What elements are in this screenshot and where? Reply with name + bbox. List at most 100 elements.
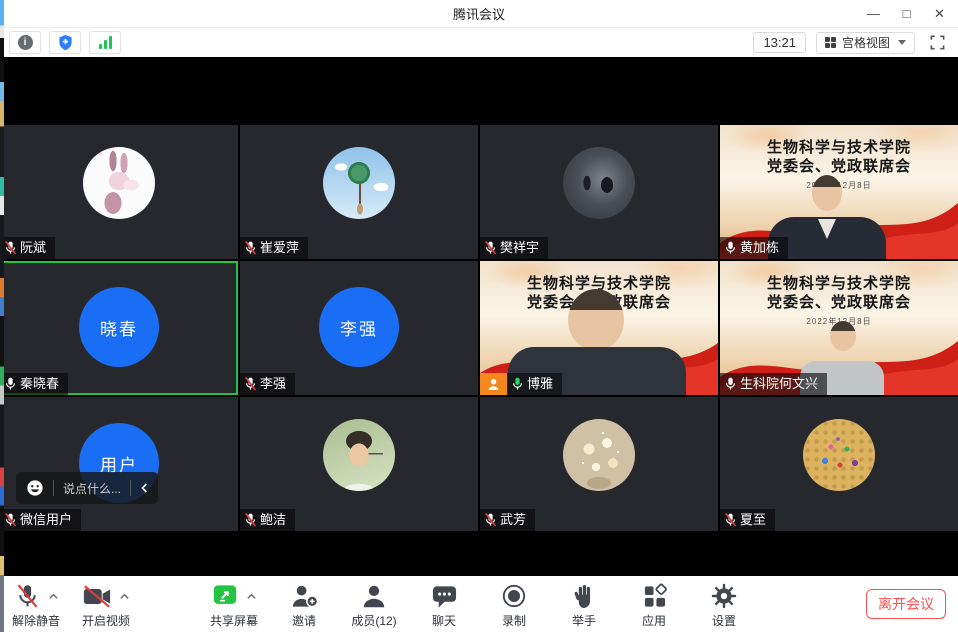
leave-meeting-button[interactable]: 离开会议: [866, 589, 946, 619]
mic-muted-icon: [244, 240, 257, 255]
close-button[interactable]: ✕: [923, 0, 956, 27]
participant-name-label: 黄加栋: [720, 237, 788, 259]
camera-off-icon: [82, 584, 112, 609]
mic-on-icon: [4, 376, 17, 391]
avatar: [83, 147, 155, 219]
participant-name: 夏至: [740, 512, 766, 527]
mic-muted-icon: [484, 240, 497, 255]
fullscreen-button[interactable]: [925, 32, 949, 54]
network-status-button[interactable]: [89, 31, 121, 54]
security-button[interactable]: [49, 31, 81, 54]
quick-chat-bubble[interactable]: 说点什么...: [16, 472, 158, 504]
desktop-edge-strip: [0, 0, 4, 632]
info-icon: i: [18, 35, 33, 50]
window-titlebar: 腾讯会议 — □ ✕: [0, 0, 958, 28]
start-video-button[interactable]: 开启视频: [82, 582, 130, 629]
members-button[interactable]: 成员(12): [350, 582, 398, 629]
settings-label: 设置: [712, 612, 736, 629]
mic-speaking-icon: [511, 376, 524, 391]
meeting-info-button[interactable]: i: [9, 31, 41, 54]
share-screen-button[interactable]: 共享屏幕: [210, 582, 258, 629]
record-icon: [501, 583, 527, 609]
chevron-up-icon[interactable]: [48, 592, 59, 600]
avatar-art: [803, 419, 875, 491]
participant-tile[interactable]: 鲍洁: [240, 397, 478, 531]
chat-button[interactable]: 聊天: [420, 582, 468, 629]
apps-grid-icon: [642, 583, 667, 609]
participant-tile[interactable]: 武芳: [480, 397, 718, 531]
toolbar-left-group: 解除静音 开启视频: [12, 582, 130, 629]
members-label: 成员(12): [351, 612, 396, 629]
participant-name: 崔爱萍: [260, 240, 299, 255]
participant-name: 武芳: [500, 512, 526, 527]
divider: [53, 480, 54, 496]
participant-tile[interactable]: 樊祥宇: [480, 125, 718, 259]
apps-label: 应用: [642, 612, 666, 629]
person-head: [812, 175, 842, 211]
avatar: [563, 419, 635, 491]
unmute-label: 解除静音: [12, 612, 60, 629]
participant-label-row: 博雅: [480, 373, 562, 395]
participant-name: 樊祥宇: [500, 240, 539, 255]
participant-name-label: 阮斌: [0, 237, 55, 259]
participant-grid: 阮斌 崔爱萍: [0, 125, 958, 531]
chat-bubble-icon: [431, 583, 458, 609]
avatar: [323, 419, 395, 491]
participant-name: 微信用户: [20, 512, 72, 527]
avatar-art: [83, 147, 155, 219]
chevron-up-icon[interactable]: [246, 592, 257, 600]
participant-tile[interactable]: 阮斌: [0, 125, 238, 259]
avatar-initials: 晓春: [100, 315, 138, 340]
meeting-timer: 13:21: [753, 32, 806, 53]
collapse-chevron-icon[interactable]: [140, 482, 148, 494]
participant-name-label: 武芳: [480, 509, 535, 531]
maximize-button[interactable]: □: [890, 0, 923, 27]
host-badge-icon: [480, 373, 507, 395]
chevron-up-icon[interactable]: [119, 592, 130, 600]
chat-label: 聊天: [432, 612, 456, 629]
participant-tile[interactable]: 李强 李强: [240, 261, 478, 395]
participant-tile[interactable]: 生物科学与技术学院 党委会、党政联席会 2022年12月8日: [720, 261, 958, 395]
participant-name-label: 生科院何文兴: [720, 373, 827, 395]
mic-muted-icon: [14, 582, 41, 610]
participant-tile[interactable]: 生物科学与技术学院 党委会、党政联席会: [480, 261, 718, 395]
person-head: [568, 289, 624, 351]
participant-name-label: 鲍洁: [240, 509, 295, 531]
avatar: [803, 419, 875, 491]
minimize-button[interactable]: —: [857, 0, 890, 27]
participant-name-label: 樊祥宇: [480, 237, 548, 259]
invite-button[interactable]: 邀请: [280, 582, 328, 629]
participant-tile[interactable]: 用户 说点什么...: [0, 397, 238, 531]
emoji-smiley-icon[interactable]: [26, 479, 44, 497]
raise-hand-button[interactable]: 举手: [560, 582, 608, 629]
members-person-icon: [360, 583, 388, 609]
person-head: [830, 321, 856, 351]
mic-muted-icon: [4, 512, 17, 527]
view-mode-selector[interactable]: 宫格视图: [816, 32, 915, 54]
participant-name: 黄加栋: [740, 240, 779, 255]
participant-tile[interactable]: 崔爱萍: [240, 125, 478, 259]
avatar: 晓春: [79, 287, 159, 367]
unmute-button[interactable]: 解除静音: [12, 582, 60, 629]
share-screen-label: 共享屏幕: [210, 612, 258, 629]
participant-tile[interactable]: 生物科学与技术学院 党委会、党政联席会 2022年12月8日: [720, 125, 958, 259]
view-mode-label: 宫格视图: [842, 34, 890, 51]
mic-on-icon: [724, 240, 737, 255]
participant-name: 阮斌: [20, 240, 46, 255]
start-video-label: 开启视频: [82, 612, 130, 629]
quick-chat-placeholder[interactable]: 说点什么...: [63, 480, 121, 497]
participant-tile[interactable]: 晓春 秦晓春: [0, 261, 238, 395]
mic-muted-icon: [484, 512, 497, 527]
statusbar-right: 13:21 宫格视图: [753, 32, 949, 54]
avatar: 李强: [319, 287, 399, 367]
record-button[interactable]: 录制: [490, 582, 538, 629]
raise-hand-label: 举手: [572, 612, 596, 629]
meeting-toolbar: 解除静音 开启视频: [0, 576, 958, 632]
invite-label: 邀请: [292, 612, 316, 629]
video-stage: 阮斌 崔爱萍: [0, 57, 958, 576]
divider: [130, 480, 131, 496]
participant-tile[interactable]: 夏至: [720, 397, 958, 531]
apps-button[interactable]: 应用: [630, 582, 678, 629]
settings-button[interactable]: 设置: [700, 582, 748, 629]
meeting-statusbar: i 13:21 宫格视图: [0, 28, 958, 57]
